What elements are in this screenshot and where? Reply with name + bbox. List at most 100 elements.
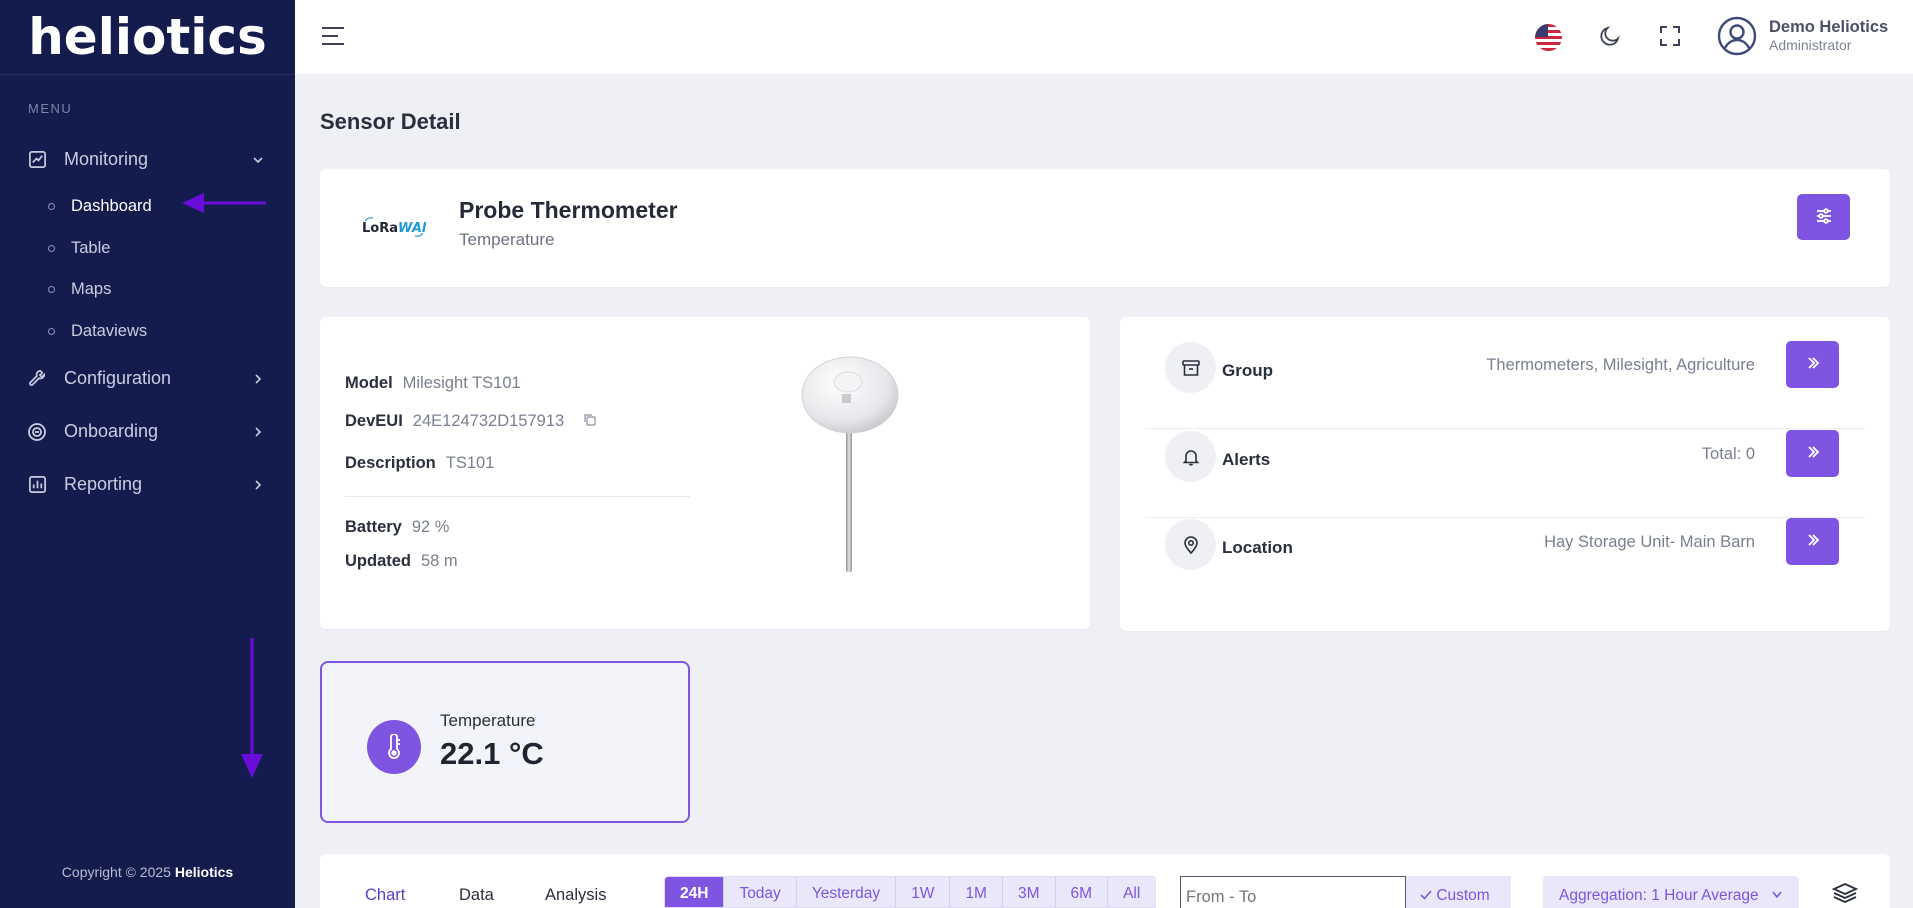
description-value: TS101 — [445, 454, 495, 472]
chevrons-right-icon — [1806, 445, 1820, 462]
sensor-product-image — [790, 352, 910, 587]
range-1m-button[interactable]: 1M — [950, 877, 1003, 907]
sensor-info-card: Model Milesight TS101 DevEUI 24E124732D157… — [320, 317, 1090, 629]
bullet-icon — [48, 286, 55, 294]
range-6m-button[interactable]: 6M — [1055, 877, 1109, 907]
onboarding-icon — [26, 421, 48, 443]
chevrons-right-icon — [1806, 533, 1820, 550]
sliders-icon — [1815, 207, 1833, 228]
model-value: Milesight TS101 — [402, 374, 521, 392]
chevron-right-icon — [251, 425, 265, 439]
sidebar-subitem-label: Dataviews — [71, 321, 148, 340]
alerts-open-button[interactable] — [1786, 430, 1839, 477]
dark-mode-icon[interactable] — [1598, 24, 1622, 53]
sidebar-item-label: Reporting — [64, 474, 143, 494]
range-24h-button[interactable]: 24H — [665, 877, 725, 907]
updated-row: Updated 58 m — [345, 552, 458, 571]
description-label: Description — [345, 454, 436, 472]
group-label: Group — [1222, 361, 1273, 380]
sidebar-subitem-dataviews[interactable]: Dataviews — [0, 311, 295, 353]
range-1w-button[interactable]: 1W — [896, 877, 951, 907]
logo[interactable]: heliotics — [0, 0, 295, 75]
sensor-name: Probe Thermometer — [459, 197, 678, 223]
sidebar-subitem-table[interactable]: Table — [0, 228, 295, 270]
sidebar-item-monitoring[interactable]: Monitoring — [0, 133, 295, 186]
aggregation-label: Aggregation: 1 Hour Average — [1559, 887, 1759, 904]
logo-text: heliotics — [28, 8, 267, 66]
temperature-label: Temperature — [440, 711, 536, 730]
updated-value: 58 m — [421, 552, 458, 570]
sidebar-subitem-label: Dashboard — [71, 197, 152, 216]
topbar: Demo Heliotics Administrator — [295, 0, 1913, 74]
thermometer-icon — [367, 720, 421, 774]
annotation-arrow-down — [241, 638, 263, 778]
range-all-button[interactable]: All — [1108, 877, 1156, 907]
group-row: Group Thermometers, Milesight, Agricultu… — [1145, 317, 1865, 405]
user-name[interactable]: Demo Heliotics — [1769, 18, 1888, 37]
battery-value: 92 % — [411, 518, 450, 536]
model-row: Model Milesight TS101 — [345, 374, 521, 393]
alerts-row: Alerts Total: 0 — [1145, 406, 1865, 494]
group-open-button[interactable] — [1786, 341, 1839, 388]
group-value: Thermometers, Milesight, Agriculture — [1486, 356, 1755, 374]
battery-label: Battery — [345, 518, 402, 536]
location-value: Hay Storage Unit- Main Barn — [1544, 533, 1755, 551]
range-today-button[interactable]: Today — [724, 877, 797, 907]
sidebar-item-label: Onboarding — [64, 421, 159, 441]
deveui-value: 24E124732D157913 — [412, 412, 565, 430]
user-role: Administrator — [1769, 37, 1852, 53]
check-icon — [1420, 887, 1432, 904]
copy-icon[interactable] — [583, 412, 596, 431]
report-icon — [26, 474, 48, 496]
fullscreen-icon[interactable] — [1659, 25, 1681, 52]
sensor-meta-card: Group Thermometers, Milesight, Agricultu… — [1120, 317, 1890, 631]
sidebar-item-onboarding[interactable]: Onboarding — [0, 405, 295, 458]
tab-chart[interactable]: Chart — [365, 886, 405, 905]
bullet-icon — [48, 327, 55, 335]
chart-panel: Chart Data Analysis 24H Today Yesterday … — [320, 854, 1890, 908]
time-range-group: 24H Today Yesterday 1W 1M 3M 6M All — [664, 876, 1157, 908]
chart-line-icon — [26, 149, 48, 171]
chevron-right-icon — [251, 478, 265, 492]
sidebar-item-label: Configuration — [64, 368, 172, 388]
range-yesterday-button[interactable]: Yesterday — [796, 877, 897, 907]
sensor-header-card: LoRa WAN Probe Thermometer Temperature — [320, 169, 1890, 287]
date-range-input[interactable] — [1180, 876, 1406, 908]
menu-title: MENU — [28, 101, 73, 116]
sidebar-item-label: Monitoring — [64, 149, 149, 169]
temperature-tile[interactable]: Temperature 22.1 °C — [320, 661, 690, 823]
sensor-settings-button[interactable] — [1797, 194, 1850, 240]
user-avatar-icon[interactable] — [1717, 16, 1757, 61]
chevrons-right-icon — [1806, 356, 1820, 373]
bullet-icon — [48, 203, 55, 211]
copyright-text: Copyright © 2025 — [61, 864, 175, 880]
custom-range-button[interactable]: Custom — [1406, 876, 1511, 908]
aggregation-dropdown[interactable]: Aggregation: 1 Hour Average — [1543, 876, 1799, 908]
svg-text:LoRa: LoRa — [362, 221, 398, 236]
layers-icon[interactable] — [1831, 882, 1859, 908]
tab-data[interactable]: Data — [459, 886, 494, 905]
archive-icon — [1165, 342, 1216, 393]
us-flag-icon[interactable] — [1535, 24, 1562, 51]
copyright-brand: Heliotics — [174, 864, 234, 880]
location-open-button[interactable] — [1786, 518, 1839, 565]
alerts-value: Total: 0 — [1701, 445, 1755, 463]
map-pin-icon — [1165, 519, 1216, 570]
tab-analysis[interactable]: Analysis — [545, 886, 606, 905]
copyright: Copyright © 2025 Heliotics — [0, 864, 295, 880]
sidebar-item-reporting[interactable]: Reporting — [0, 458, 295, 511]
battery-row: Battery 92 % — [345, 518, 449, 537]
temperature-value: 22.1 °C — [440, 736, 544, 771]
alerts-label: Alerts — [1222, 450, 1271, 469]
sidebar-subitem-maps[interactable]: Maps — [0, 269, 295, 311]
sidebar-item-configuration[interactable]: Configuration — [0, 352, 295, 405]
deveui-row: DevEUI 24E124732D157913 — [345, 412, 596, 431]
range-3m-button[interactable]: 3M — [1002, 877, 1056, 907]
lorawan-logo: LoRa WAN — [362, 217, 433, 243]
hamburger-menu-icon[interactable] — [321, 25, 345, 47]
description-row: Description TS101 — [345, 454, 494, 473]
page-title: Sensor Detail — [320, 109, 461, 134]
sidebar-subitem-label: Maps — [71, 280, 112, 299]
chevron-down-icon — [1771, 887, 1783, 904]
bullet-icon — [48, 244, 55, 252]
